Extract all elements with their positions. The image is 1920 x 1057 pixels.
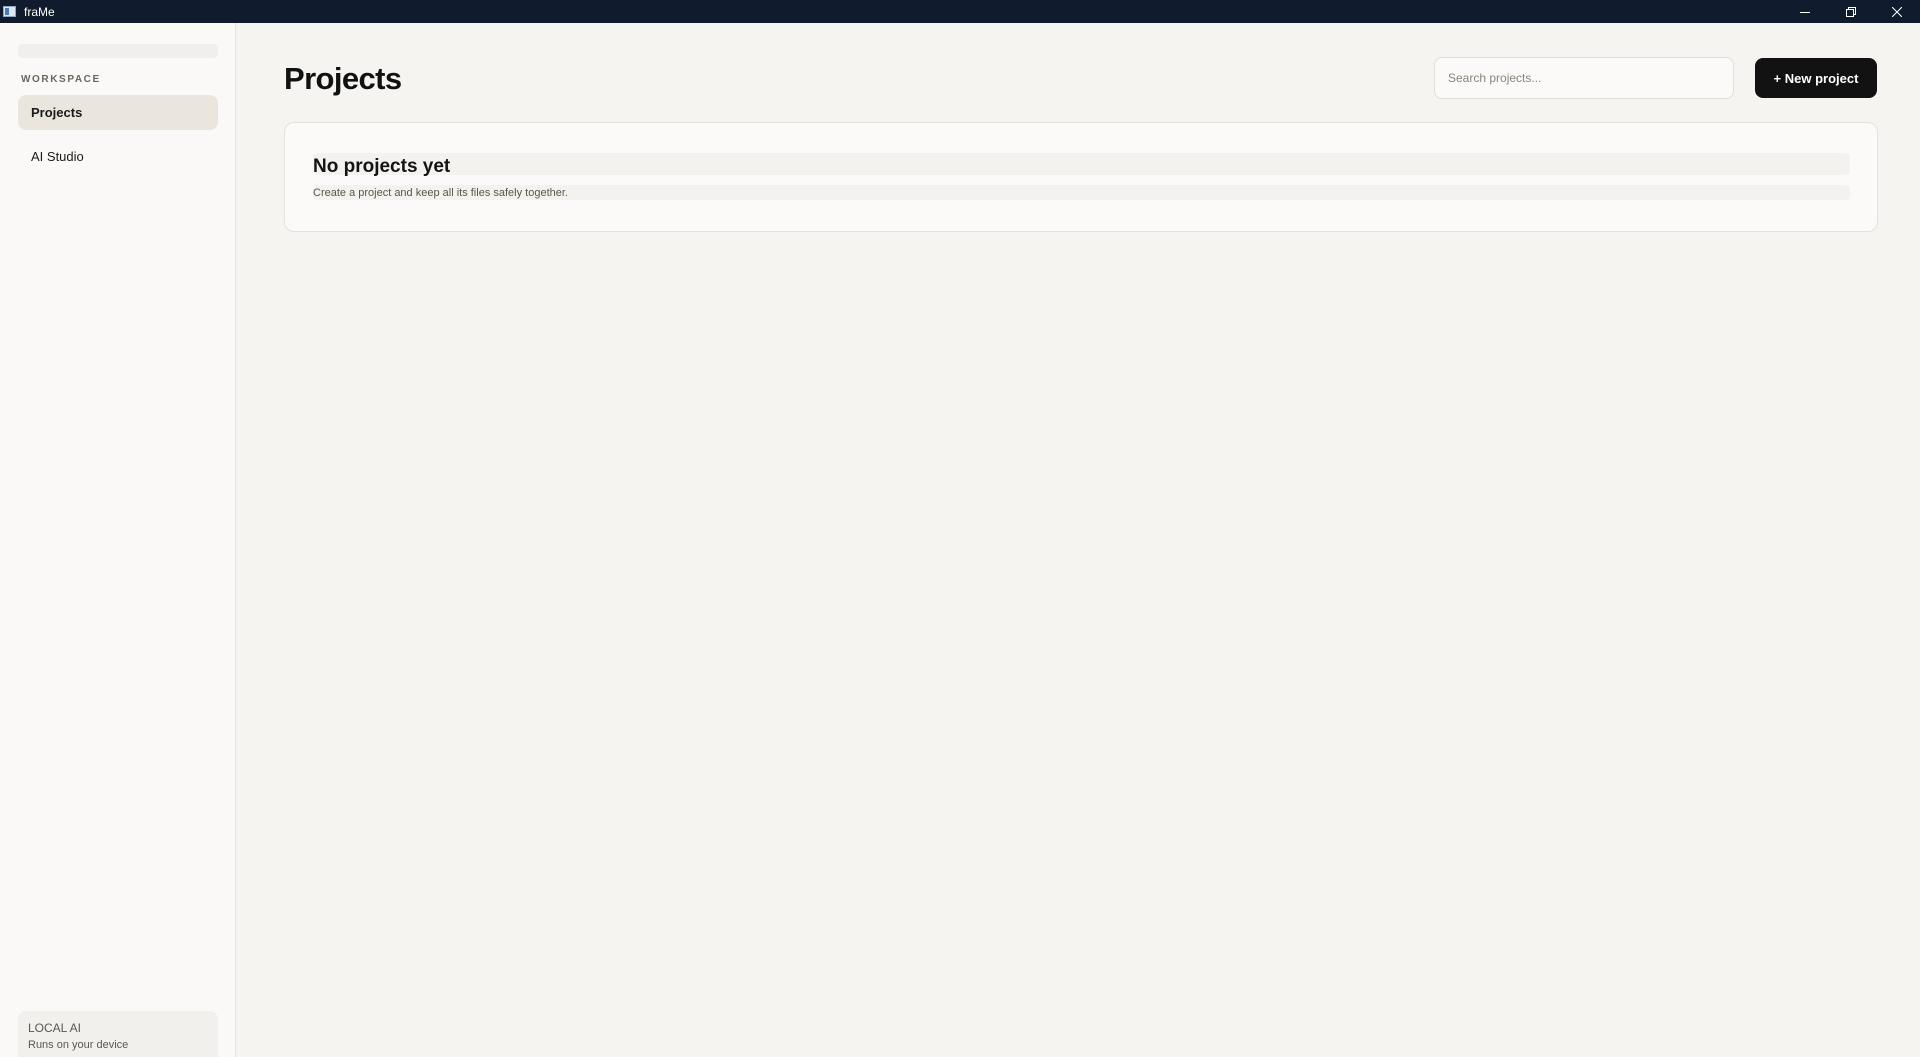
- restore-icon: [1846, 6, 1856, 17]
- new-project-button[interactable]: + New project: [1755, 58, 1877, 98]
- window-title: fraMe: [24, 4, 55, 19]
- close-icon: [1892, 6, 1902, 17]
- window-titlebar[interactable]: fraMe: [0, 0, 1920, 23]
- empty-state-card: No projects yet Create a project and kee…: [284, 122, 1878, 232]
- sidebar: WORKSPACE Projects AI Studio LOCAL AI Ru…: [0, 23, 236, 1057]
- empty-state-title: No projects yet: [313, 156, 451, 177]
- workspace-section-label: WORKSPACE: [21, 74, 101, 85]
- sidebar-item-label: AI Studio: [31, 149, 84, 164]
- app-icon: [3, 6, 16, 17]
- empty-state-highlight: [313, 153, 1850, 175]
- page-title: Projects: [284, 61, 402, 96]
- restore-button[interactable]: [1828, 0, 1874, 23]
- minimize-button[interactable]: [1782, 0, 1828, 23]
- minimize-icon: [1800, 7, 1810, 17]
- sidebar-top-placeholder: [18, 44, 218, 58]
- search-input[interactable]: [1434, 57, 1734, 99]
- sidebar-item-label: Projects: [31, 105, 83, 120]
- local-ai-title: LOCAL AI: [28, 1021, 81, 1035]
- local-ai-subtitle: Runs on your device: [28, 1039, 129, 1051]
- empty-state-subtitle: Create a project and keep all its files …: [313, 187, 568, 199]
- window-controls: [1782, 0, 1920, 23]
- sidebar-item-ai-studio[interactable]: AI Studio: [18, 139, 218, 174]
- sidebar-item-projects[interactable]: Projects: [18, 95, 218, 130]
- local-ai-status-card: LOCAL AI Runs on your device: [18, 1011, 218, 1057]
- close-button[interactable]: [1874, 0, 1920, 23]
- main-content: Projects + New project No projects yet C…: [237, 23, 1920, 1057]
